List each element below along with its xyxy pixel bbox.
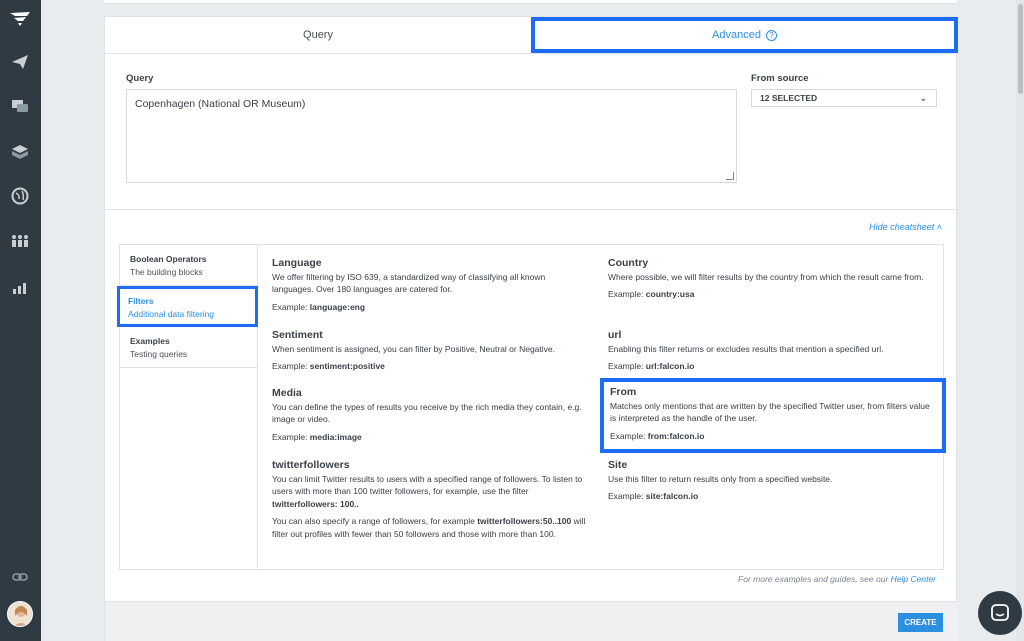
- filter-example: Example: url:falcon.io: [608, 361, 695, 371]
- filter-desc: Use this filter to return results only f…: [608, 473, 833, 484]
- query-textarea[interactable]: Copenhagen (National OR Museum): [126, 89, 737, 183]
- tab-advanced-label: Advanced: [712, 29, 761, 41]
- filter-desc: You can define the types of results you …: [272, 401, 582, 425]
- hide-cheatsheet-link[interactable]: Hide cheatsheet ˄: [869, 222, 942, 232]
- nav-item-examples[interactable]: Examples Testing queries: [120, 327, 258, 368]
- nav-item-subtitle: Testing queries: [130, 349, 188, 359]
- filter-url: url Enabling this filter returns or excl…: [608, 329, 928, 373]
- filter-desc: Matches only mentions that are written b…: [610, 400, 930, 424]
- section-divider: [105, 209, 958, 210]
- scroll-thumb[interactable]: [1018, 4, 1023, 94]
- filter-desc: Where possible, we will filter results b…: [608, 271, 924, 282]
- filter-title: Country: [608, 257, 649, 269]
- panel-footer: CREATE: [105, 601, 958, 641]
- nav-item-title: Examples: [130, 336, 170, 346]
- nav-item-title: Filters: [128, 296, 154, 306]
- from-source-select[interactable]: 12 SELECTED ⌄: [751, 89, 937, 107]
- falcon-logo-icon[interactable]: [9, 8, 31, 30]
- query-tabs: Query Advanced ?: [105, 17, 958, 54]
- cheatsheet-nav: Boolean Operators The building blocks Fi…: [117, 245, 258, 569]
- filter-desc: You can limit Twitter results to users w…: [272, 473, 583, 509]
- page-scrollbar[interactable]: [1016, 0, 1024, 641]
- example-code: twitterfollowers: 100..: [272, 498, 359, 509]
- filter-media: Media You can define the types of result…: [272, 387, 582, 443]
- filter-desc-range: You can also specify a range of follower…: [272, 516, 586, 539]
- example-code: from:falcon.io: [647, 430, 705, 441]
- filter-title: Media: [272, 387, 302, 399]
- hide-cheatsheet-label: Hide cheatsheet: [869, 222, 935, 232]
- chevron-up-icon: ˄: [936, 222, 942, 232]
- filter-sentiment: Sentiment When sentiment is assigned, yo…: [272, 329, 582, 373]
- nav-item-filters[interactable]: Filters Additional data filtering: [117, 286, 258, 327]
- filter-country: Country Where possible, we will filter r…: [608, 257, 928, 301]
- filter-desc: When sentiment is assigned, you can filt…: [272, 343, 555, 354]
- filter-title: url: [608, 329, 622, 341]
- from-source-value: 12 SELECTED: [760, 93, 818, 103]
- previous-card-edge: [104, 0, 957, 4]
- filter-site: Site Use this filter to return results o…: [608, 459, 928, 503]
- filter-desc: Enabling this filter returns or excludes…: [608, 343, 884, 354]
- nav-item-boolean-operators[interactable]: Boolean Operators The building blocks: [120, 245, 258, 286]
- chevron-down-icon: ⌄: [919, 93, 927, 103]
- measure-icon[interactable]: [9, 277, 31, 299]
- help-center-link[interactable]: Help Center: [891, 574, 936, 584]
- engage-icon[interactable]: [9, 95, 31, 117]
- nav-item-subtitle: Additional data filtering: [128, 309, 215, 319]
- filter-title: twitterfollowers: [272, 459, 350, 471]
- filter-example: Example: media:image: [272, 431, 362, 442]
- content-pool-icon[interactable]: [9, 141, 31, 163]
- filter-from: From Matches only mentions that are writ…: [600, 378, 946, 453]
- sidebar: [0, 0, 41, 641]
- filter-title: Site: [608, 459, 628, 471]
- query-text: Copenhagen (National OR Museum): [135, 98, 306, 110]
- link-icon[interactable]: [9, 566, 31, 588]
- filter-example: Example: site:falcon.io: [608, 491, 699, 501]
- example-code: site:falcon.io: [645, 491, 699, 501]
- tab-advanced[interactable]: Advanced ?: [531, 17, 958, 53]
- example-code: media:image: [309, 431, 362, 442]
- publish-icon[interactable]: [9, 51, 31, 73]
- user-avatar[interactable]: [7, 601, 33, 627]
- filter-title: Language: [272, 257, 322, 269]
- filter-twitterfollowers: twitterfollowers You can limit Twitter r…: [272, 459, 592, 540]
- more-help-text: For more examples and guides, see our He…: [738, 574, 936, 584]
- tab-query[interactable]: Query: [105, 17, 531, 53]
- help-circle-icon[interactable]: ?: [765, 29, 777, 41]
- tab-query-label: Query: [303, 29, 333, 41]
- filter-example: Example: language:eng: [272, 301, 366, 312]
- example-code: url:falcon.io: [645, 361, 695, 371]
- example-code: sentiment:positive: [309, 361, 385, 371]
- resize-grip-icon[interactable]: [726, 172, 734, 180]
- filter-title: Sentiment: [272, 329, 323, 341]
- from-source-label: From source: [751, 73, 809, 84]
- filter-language: Language We offer filtering by ISO 639, …: [272, 257, 572, 313]
- nav-item-title: Boolean Operators: [130, 254, 207, 264]
- example-code: twitterfollowers:50..100: [477, 516, 572, 526]
- filter-title: From: [610, 386, 637, 398]
- example-code: country:usa: [645, 289, 695, 299]
- create-button[interactable]: CREATE: [898, 613, 943, 632]
- chat-launcher-icon[interactable]: [978, 591, 1022, 635]
- filter-example: Example: from:falcon.io: [610, 430, 705, 441]
- listen-globe-icon[interactable]: [9, 185, 31, 207]
- query-builder-panel: Query Advanced ? Query Copenhagen (Natio…: [104, 16, 958, 641]
- audience-icon[interactable]: [9, 230, 31, 252]
- cheatsheet: Boolean Operators The building blocks Fi…: [117, 244, 946, 570]
- filter-example: Example: country:usa: [608, 289, 695, 299]
- example-code: language:eng: [309, 301, 366, 312]
- nav-item-subtitle: The building blocks: [130, 267, 203, 277]
- filter-desc: We offer filtering by ISO 639, a standar…: [272, 271, 546, 295]
- filter-example: Example: sentiment:positive: [272, 361, 385, 371]
- query-label: Query: [126, 73, 154, 84]
